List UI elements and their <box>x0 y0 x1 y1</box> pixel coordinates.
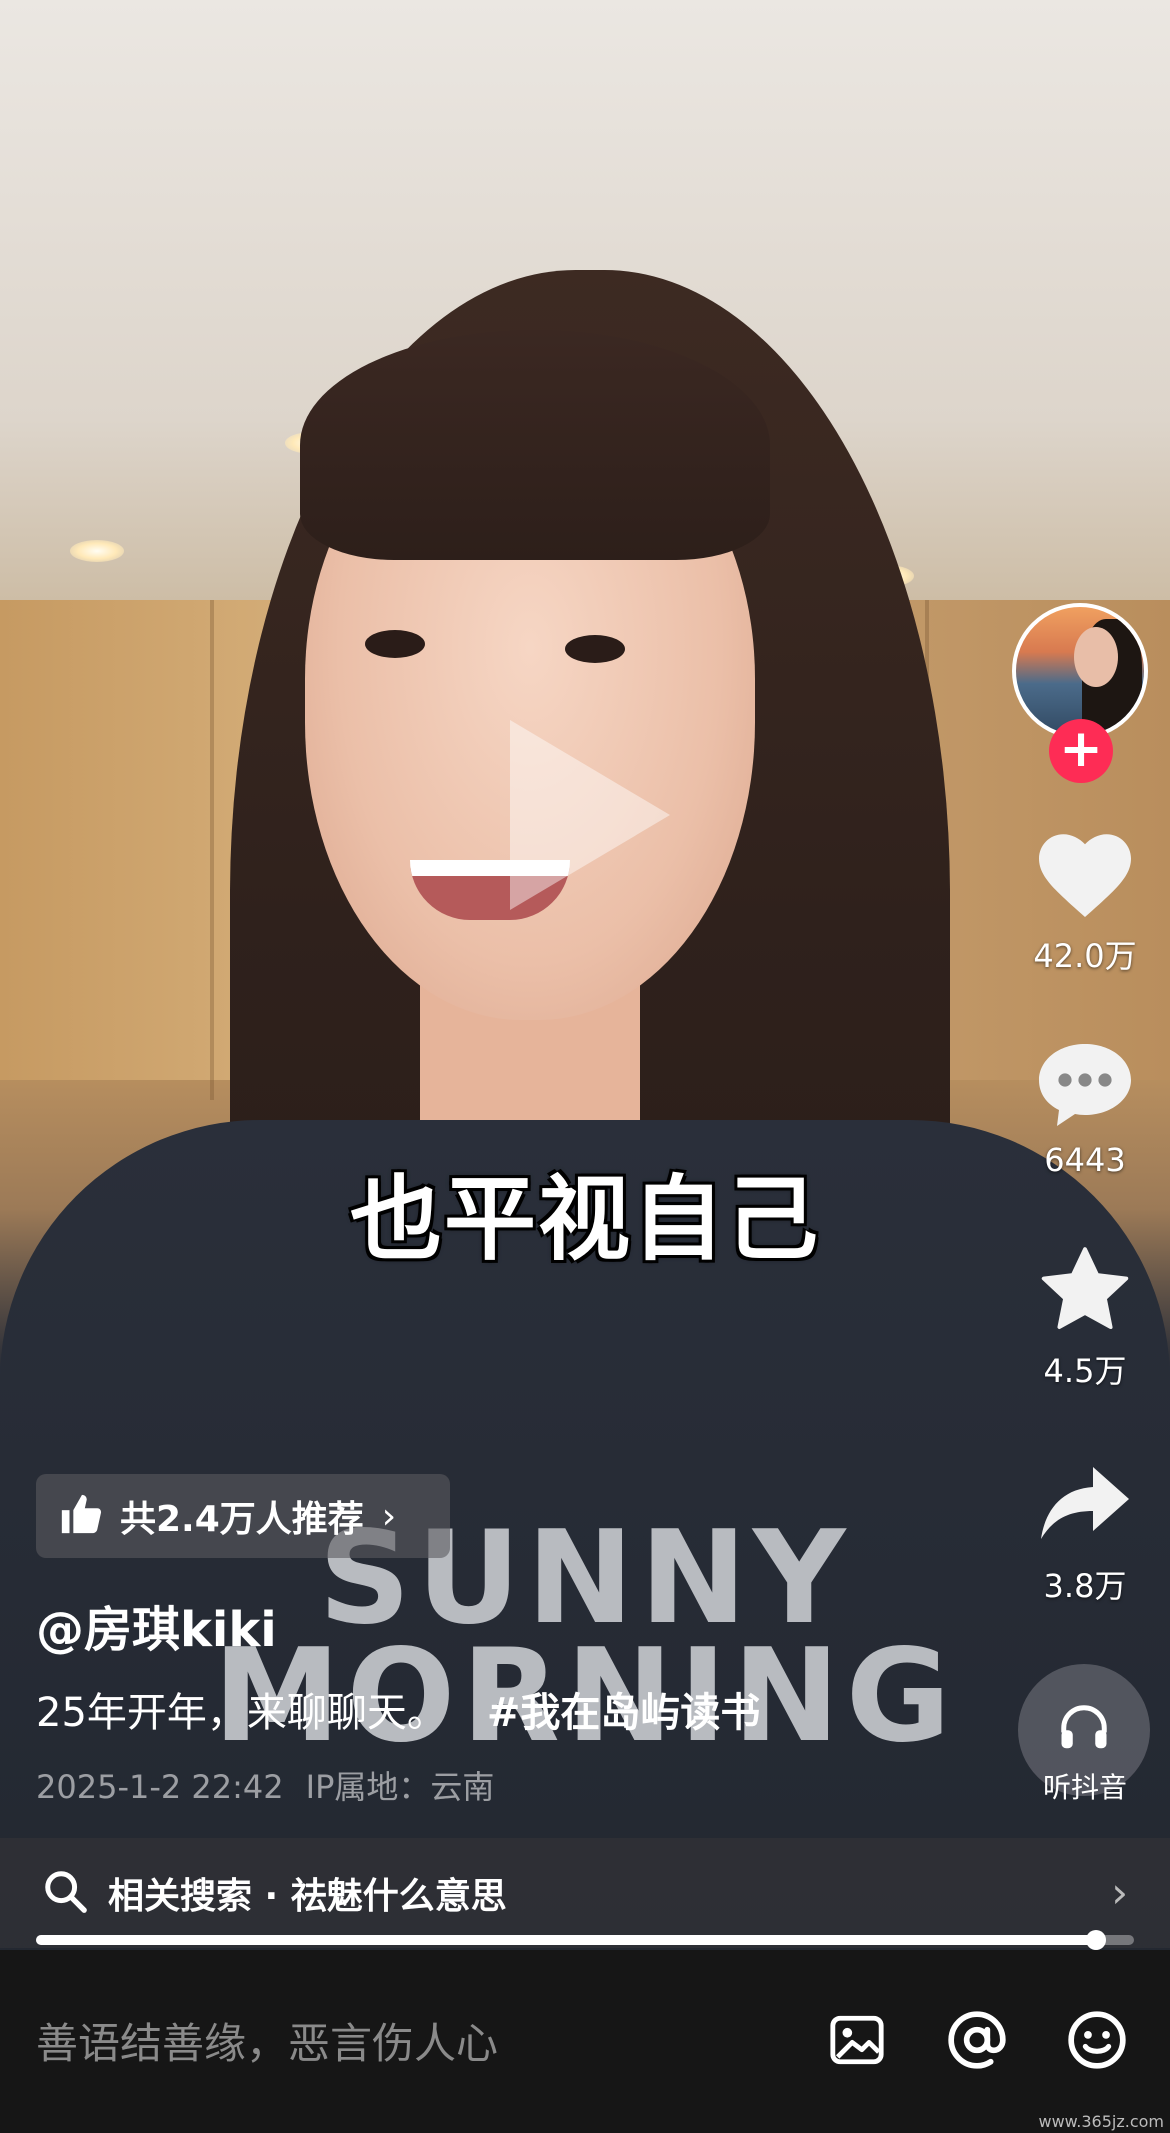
video-caption: 25年开年，来聊聊天。 #我在岛屿读书 <box>36 1680 760 1738</box>
progress-fill <box>36 1935 1096 1945</box>
thumbs-up-icon <box>58 1491 104 1541</box>
like-count: 42.0万 <box>1033 937 1137 975</box>
at-icon[interactable] <box>942 2005 1012 2075</box>
person-eye <box>565 635 625 663</box>
post-meta: 2025-1-2 22:42 IP属地：云南 <box>36 1762 516 1808</box>
chevron-right-icon: › <box>1111 1868 1128 1917</box>
progress-knob[interactable] <box>1085 1930 1106 1950</box>
author-name[interactable]: @房琪kiki <box>36 1590 277 1660</box>
related-search-text: 相关搜索 · 祛魅什么意思 <box>108 1876 507 1917</box>
video-subtitle: 也平视自己 <box>349 1166 820 1273</box>
comment-input[interactable]: 善语结善缘，恶言伤人心 <box>36 2010 498 2071</box>
image-icon[interactable] <box>822 2005 892 2075</box>
favorite-button[interactable]: 4.5万 <box>1020 1240 1150 1392</box>
watermark: www.365jz.com <box>1038 2112 1164 2131</box>
favorite-count: 4.5万 <box>1043 1352 1127 1390</box>
ceiling-light <box>70 540 124 562</box>
chevron-right-icon: › <box>381 1495 397 1537</box>
star-icon <box>1035 1240 1135 1340</box>
post-date: 2025-1-2 22:42 <box>36 1768 284 1806</box>
person-bangs <box>300 330 770 560</box>
video-progress-bar[interactable] <box>36 1930 1134 1950</box>
share-button[interactable]: 3.8万 <box>1020 1455 1150 1607</box>
like-button[interactable]: 42.0万 <box>1020 825 1150 977</box>
comment-bar: 善语结善缘，恶言伤人心 www.365jz.com <box>0 1950 1170 2133</box>
play-icon[interactable] <box>510 720 670 910</box>
emoji-icon[interactable] <box>1062 2005 1132 2075</box>
recommend-text: 共2.4万人推荐 <box>120 1499 364 1540</box>
search-icon <box>42 1868 88 1918</box>
hashtag-link[interactable]: #我在岛屿读书 <box>487 1690 761 1736</box>
caption-text: 25年开年，来聊聊天。 <box>36 1690 447 1736</box>
related-search-bar[interactable]: 相关搜索 · 祛魅什么意思 › <box>0 1838 1170 1948</box>
recommend-pill[interactable]: 共2.4万人推荐 › <box>36 1474 450 1558</box>
share-icon <box>1035 1455 1135 1555</box>
listen-label: 听抖音 <box>1042 1771 1127 1804</box>
follow-button[interactable]: + <box>1049 719 1113 783</box>
avatar-face <box>1074 627 1118 687</box>
wall-panel-line <box>210 600 214 1100</box>
heart-icon <box>1035 825 1135 925</box>
comment-count: 6443 <box>1044 1141 1126 1179</box>
comment-icon <box>1035 1035 1135 1135</box>
ip-location: IP属地：云南 <box>305 1768 495 1806</box>
headphones-icon <box>1057 1701 1111 1759</box>
person-eye <box>365 630 425 658</box>
share-count: 3.8万 <box>1043 1567 1127 1605</box>
comment-button[interactable]: 6443 <box>1020 1035 1150 1179</box>
